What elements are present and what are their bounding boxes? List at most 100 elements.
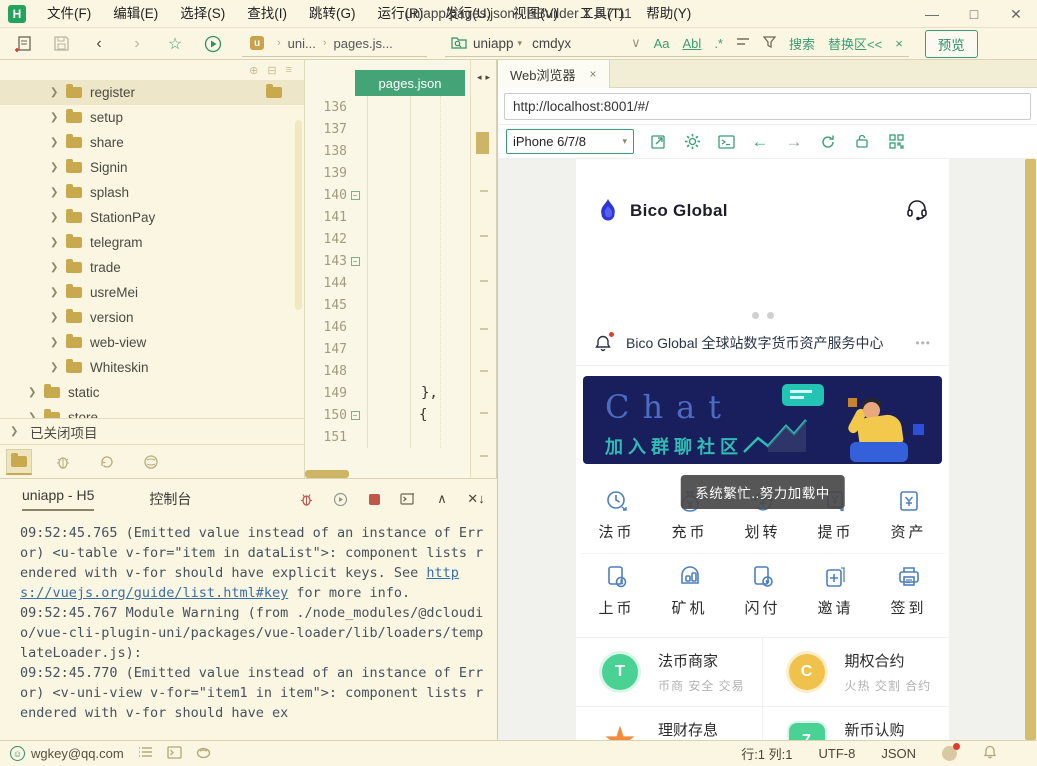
tab-scroll-left-icon[interactable]: ◂	[477, 72, 482, 83]
notification-bell-icon[interactable]	[983, 745, 997, 762]
outline-list-icon[interactable]	[138, 746, 153, 761]
menu-goto[interactable]: 跳转(G)	[298, 0, 367, 28]
tree-item-share[interactable]: ❯share	[0, 130, 304, 155]
tree-item-setup[interactable]: ❯setup	[0, 105, 304, 130]
chevron-expand-icon[interactable]: ❯	[50, 137, 66, 148]
card-options-contract[interactable]: C 期权合约 火热 交割 合约	[763, 638, 950, 707]
tree-item-store[interactable]: ❯store	[0, 405, 304, 418]
debug-bug-icon[interactable]	[50, 449, 76, 475]
menu-help[interactable]: 帮助(Y)	[635, 0, 702, 28]
grid-item-listing[interactable]: 上币	[580, 554, 653, 629]
grid-item-invite[interactable]: 邀请	[799, 554, 872, 629]
tab-control-console[interactable]: 控制台	[149, 489, 191, 509]
breadcrumb-project[interactable]: uni...	[288, 36, 316, 51]
encoding-indicator[interactable]: UTF-8	[818, 746, 855, 761]
restart-icon[interactable]	[331, 490, 349, 508]
user-email[interactable]: wgkey@qq.com	[31, 746, 124, 761]
grid-item-fiat[interactable]: 法币	[580, 478, 653, 554]
tree-item-signin[interactable]: ❯Signin	[0, 155, 304, 180]
close-search-icon[interactable]: ×	[895, 36, 903, 51]
forward-icon[interactable]: ›	[122, 31, 152, 57]
preview-scrollbar[interactable]	[1025, 159, 1036, 740]
grid-item-checkin[interactable]: 签到	[872, 554, 945, 629]
chevron-expand-icon[interactable]: ❯	[50, 312, 66, 323]
history-icon[interactable]	[94, 449, 120, 475]
chevron-expand-icon[interactable]: ❯	[50, 212, 66, 223]
tree-item-splash[interactable]: ❯splash	[0, 180, 304, 205]
fold-toggle-icon[interactable]: −	[351, 411, 360, 420]
notice-bar[interactable]: Bico Global 全球站数字货币资产服务中心 •••	[576, 319, 949, 366]
new-file-icon[interactable]	[8, 31, 38, 57]
open-external-icon[interactable]	[648, 132, 668, 152]
new-terminal-icon[interactable]	[399, 490, 417, 508]
debug-icon[interactable]	[297, 490, 315, 508]
chevron-expand-icon[interactable]: ❯	[50, 362, 66, 373]
menu-tools[interactable]: 工具(T)	[569, 0, 635, 28]
device-select[interactable]: iPhone 6/7/8 ▾	[506, 129, 634, 154]
qr-code-icon[interactable]	[886, 132, 906, 152]
tab-pages-json[interactable]: pages.json	[355, 70, 465, 96]
account-info[interactable]: ☺ wgkey@qq.com	[10, 746, 124, 761]
carousel-dot[interactable]	[752, 312, 759, 319]
regex-icon[interactable]: .*	[714, 36, 723, 51]
card-new-coin[interactable]: 7 新币认购 项目 便捷 申购	[763, 707, 950, 740]
nav-back-icon[interactable]: ←	[750, 132, 770, 152]
maximize-button[interactable]: □	[953, 0, 995, 28]
tree-item-stationpay[interactable]: ❯StationPay	[0, 205, 304, 230]
match-word-icon[interactable]: Abl	[683, 36, 702, 51]
menu-select[interactable]: 选择(S)	[169, 0, 236, 28]
chevron-down-icon[interactable]: ▾	[518, 38, 523, 49]
match-case-icon[interactable]: Aa	[654, 36, 670, 51]
tree-menu-icon[interactable]: ≡	[286, 64, 292, 77]
nav-forward-icon[interactable]: →	[784, 132, 804, 152]
tree-item-register[interactable]: ❯ register	[0, 80, 304, 105]
code-editor[interactable]: pages.json 136 137 138 139 140− 141 142 …	[305, 60, 470, 478]
carousel-dot[interactable]	[767, 312, 774, 319]
chat-banner[interactable]: Chat 加入群聊社区	[583, 376, 942, 464]
chevron-expand-icon[interactable]: ❯	[50, 87, 66, 98]
save-icon[interactable]	[46, 31, 76, 57]
tab-web-browser[interactable]: Web浏览器 ×	[498, 60, 610, 88]
chevron-expand-icon[interactable]: ❯	[50, 237, 66, 248]
grid-item-flashpay[interactable]: 闪付	[726, 554, 799, 629]
tree-item-web-view[interactable]: ❯web-view	[0, 330, 304, 355]
fold-toggle-icon[interactable]: −	[351, 257, 360, 266]
menu-run[interactable]: 运行(R)	[367, 0, 435, 28]
closed-projects-section[interactable]: ❯ 已关闭项目	[0, 418, 305, 445]
filter-icon[interactable]	[763, 36, 776, 51]
refresh-icon[interactable]	[818, 132, 838, 152]
chevron-expand-icon[interactable]: ❯	[50, 337, 66, 348]
more-icon[interactable]: •••	[915, 336, 931, 350]
menu-publish[interactable]: 发行(U)	[434, 0, 502, 28]
tree-scrollbar[interactable]	[295, 120, 302, 310]
filetype-indicator[interactable]: JSON	[881, 746, 916, 761]
tree-item-trade[interactable]: ❯trade	[0, 255, 304, 280]
notice-text[interactable]: Bico Global 全球站数字货币资产服务中心	[626, 333, 883, 353]
close-panel-icon[interactable]: ✕↓	[467, 490, 485, 508]
grid-item-miner[interactable]: 矿机	[653, 554, 726, 629]
grid-item-assets[interactable]: 资产	[872, 478, 945, 554]
carousel-dots[interactable]	[576, 312, 949, 319]
card-fiat-merchant[interactable]: T 法币商家 币商 安全 交易	[576, 638, 763, 707]
chevron-expand-icon[interactable]: ❯	[50, 262, 66, 273]
stop-icon[interactable]	[365, 490, 383, 508]
tab-scroll-right-icon[interactable]: ▸	[486, 72, 491, 83]
search-button[interactable]: 搜索	[789, 34, 815, 53]
list-results-icon[interactable]	[736, 36, 750, 51]
preview-button[interactable]: 预览	[925, 30, 978, 58]
editor-horizontal-scrollbar[interactable]	[305, 470, 349, 478]
extensions-icon[interactable]	[138, 449, 164, 475]
customer-service-icon[interactable]	[905, 197, 929, 224]
chevron-expand-icon[interactable]: ❯	[50, 162, 66, 173]
menu-file[interactable]: 文件(F)	[36, 0, 102, 28]
menu-view[interactable]: 视图(V)	[502, 0, 569, 28]
breadcrumb[interactable]: u › uni... › pages.js...	[242, 31, 427, 57]
expand-caret-icon[interactable]: ∨	[631, 35, 641, 51]
tab-uniapp-h5[interactable]: uniapp - H5	[22, 487, 94, 511]
close-tab-icon[interactable]: ×	[590, 67, 597, 81]
chevron-expand-icon[interactable]: ❯	[50, 187, 66, 198]
tree-item-version[interactable]: ❯version	[0, 305, 304, 330]
locate-file-icon[interactable]: ⊕	[249, 64, 258, 77]
chevron-expand-icon[interactable]: ❯	[10, 426, 26, 437]
chevron-expand-icon[interactable]: ❯	[50, 287, 66, 298]
